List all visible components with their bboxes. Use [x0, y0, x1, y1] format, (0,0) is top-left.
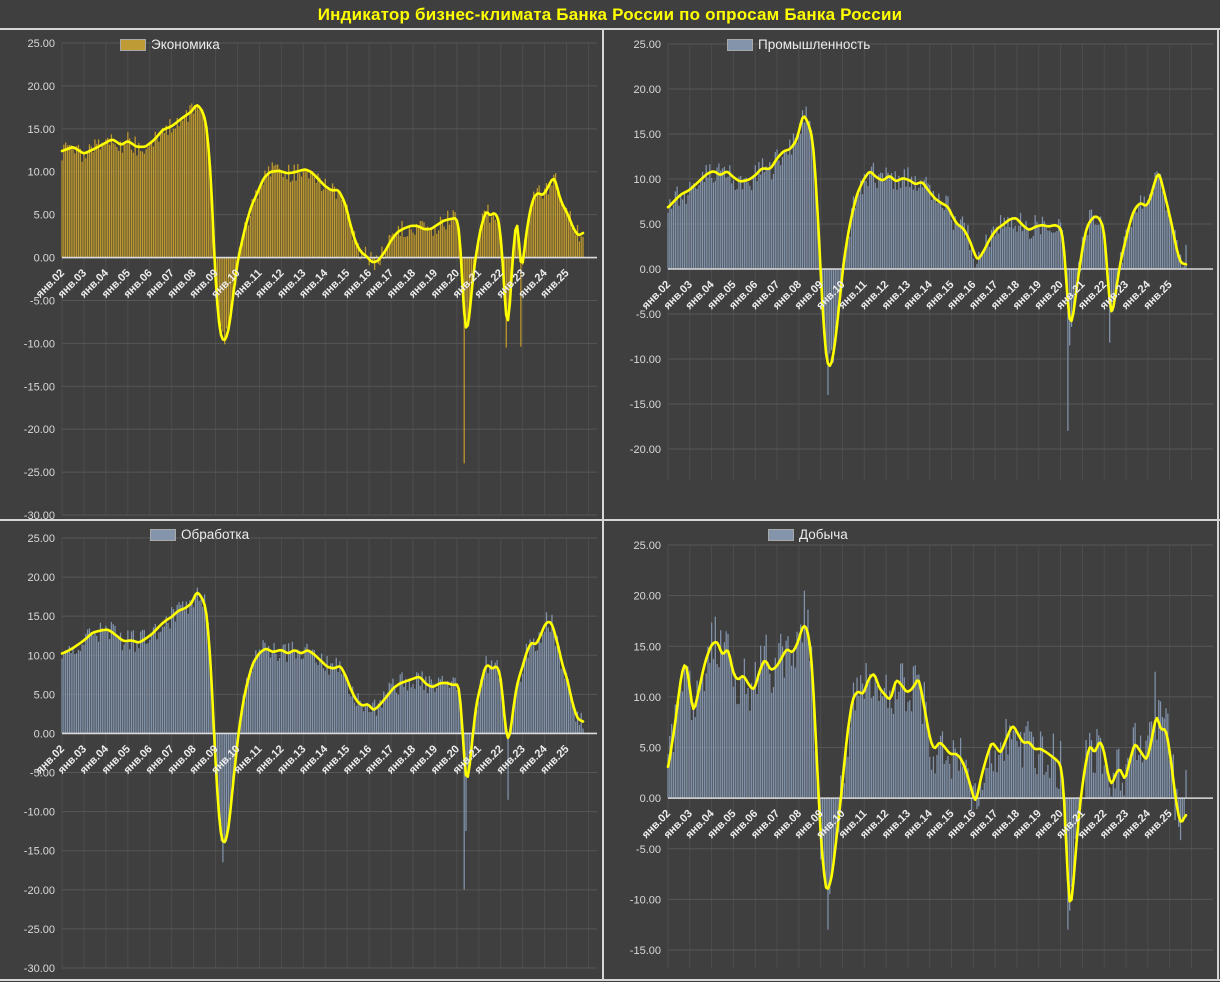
svg-text:0.00: 0.00	[34, 728, 55, 740]
legend-industry: Промышленность	[727, 37, 870, 52]
svg-text:-20.00: -20.00	[630, 444, 661, 456]
svg-text:-15.00: -15.00	[24, 846, 55, 858]
legend-label-mining: Добыча	[799, 527, 848, 542]
svg-text:5.00: 5.00	[34, 210, 55, 222]
panel-divider-bottom	[0, 979, 1220, 981]
svg-text:-15.00: -15.00	[630, 945, 661, 957]
charts-grid: -30.00 -25.00 -20.00 -15.00 -10.00 -5.00 0.00 5…	[0, 30, 1220, 982]
panel-divider-right	[1217, 28, 1219, 981]
svg-text:0.00: 0.00	[640, 264, 661, 276]
panel-divider-vertical	[602, 28, 604, 981]
svg-text:15.00: 15.00	[27, 124, 55, 136]
svg-text:-10.00: -10.00	[630, 354, 661, 366]
chart-plot-manufacturing: -30.00-25.00-20.00-15.00-10.00-5.000.005…	[0, 520, 603, 982]
chart-plot-mining: -15.00 -10.00 -5.00 0.00 5.00 10.00 15.00 20.00…	[603, 520, 1220, 982]
panel-divider-middle	[0, 519, 1220, 521]
panel-divider-top	[0, 28, 1220, 30]
svg-text:-10.00: -10.00	[630, 894, 661, 906]
chart-panel-manufacturing: -30.00-25.00-20.00-15.00-10.00-5.000.005…	[0, 520, 603, 982]
svg-text:0.00: 0.00	[34, 253, 55, 265]
svg-text:25.00: 25.00	[27, 38, 55, 50]
svg-text:-20.00: -20.00	[24, 424, 55, 436]
svg-text:10.00: 10.00	[27, 650, 55, 662]
svg-text:25.00: 25.00	[633, 39, 661, 51]
svg-text:10.00: 10.00	[27, 167, 55, 179]
legend-mining: Добыча	[768, 527, 848, 542]
chart-panel-economy: -30.00-25.00-20.00-15.00-10.00-5.000.005…	[0, 30, 603, 520]
svg-text:20.00: 20.00	[27, 81, 55, 93]
svg-text:10.00: 10.00	[633, 692, 661, 704]
legend-swatch-manufacturing	[150, 529, 176, 541]
legend-label-industry: Промышленность	[758, 37, 870, 52]
svg-text:-10.00: -10.00	[24, 807, 55, 819]
svg-text:0.00: 0.00	[640, 793, 661, 805]
legend-swatch-mining	[768, 529, 794, 541]
svg-text:-5.00: -5.00	[636, 844, 661, 856]
legend-label-economy: Экономика	[151, 37, 220, 52]
legend-manufacturing: Обработка	[150, 527, 249, 542]
svg-text:-20.00: -20.00	[24, 885, 55, 897]
legend-swatch-economy	[120, 39, 146, 51]
business-climate-dashboard: Индикатор бизнес-климата Банка России по…	[0, 0, 1220, 982]
page-title: Индикатор бизнес-климата Банка России по…	[0, 0, 1220, 30]
svg-text:20.00: 20.00	[27, 572, 55, 584]
svg-text:25.00: 25.00	[633, 540, 661, 552]
svg-text:-15.00: -15.00	[630, 399, 661, 411]
svg-text:-25.00: -25.00	[24, 924, 55, 936]
svg-text:15.00: 15.00	[633, 129, 661, 141]
legend-swatch-industry	[727, 39, 753, 51]
svg-text:5.00: 5.00	[640, 743, 661, 755]
svg-text:-25.00: -25.00	[24, 467, 55, 479]
svg-text:25.00: 25.00	[27, 533, 55, 545]
svg-text:5.00: 5.00	[34, 689, 55, 701]
chart-plot-industry: -20.00-15.00-10.00-5.000.005.0010.0015.0…	[603, 30, 1220, 520]
svg-text:-15.00: -15.00	[24, 381, 55, 393]
svg-text:-30.00: -30.00	[24, 963, 55, 975]
svg-text:15.00: 15.00	[27, 611, 55, 623]
legend-economy: Экономика	[120, 37, 220, 52]
svg-text:15.00: 15.00	[633, 641, 661, 653]
chart-plot-economy: -30.00-25.00-20.00-15.00-10.00-5.000.005…	[0, 30, 603, 520]
chart-panel-industry: -20.00-15.00-10.00-5.000.005.0010.0015.0…	[603, 30, 1220, 520]
svg-text:-10.00: -10.00	[24, 338, 55, 350]
legend-label-manufacturing: Обработка	[181, 527, 249, 542]
chart-panel-mining: -15.00 -10.00 -5.00 0.00 5.00 10.00 15.00 20.00…	[603, 520, 1220, 982]
svg-text:20.00: 20.00	[633, 84, 661, 96]
svg-text:10.00: 10.00	[633, 174, 661, 186]
svg-text:20.00: 20.00	[633, 591, 661, 603]
svg-text:5.00: 5.00	[640, 219, 661, 231]
